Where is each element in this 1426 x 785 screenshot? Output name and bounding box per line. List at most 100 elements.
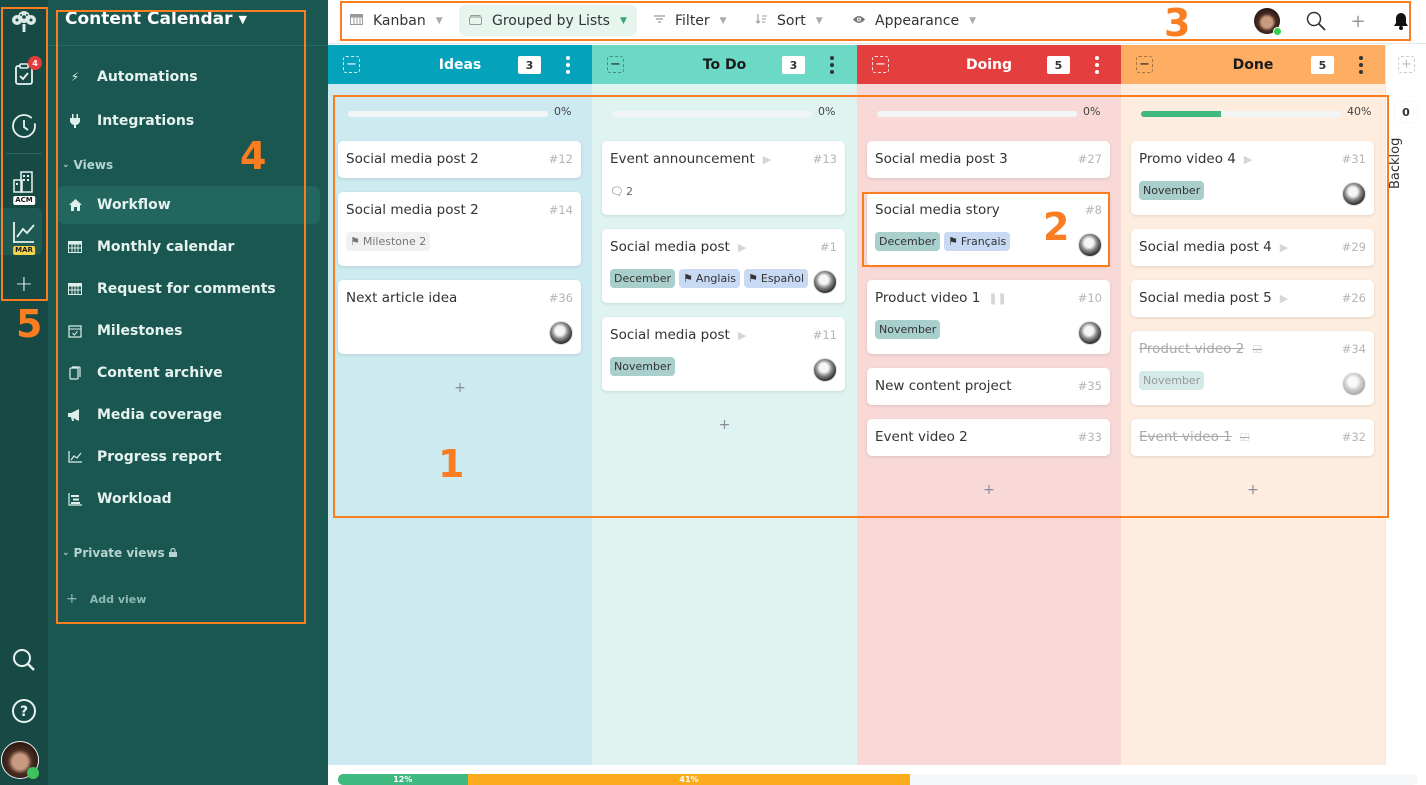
task-card[interactable]: Social media post 2 #14 ⚑ Milestone 2: [338, 192, 581, 266]
play-icon[interactable]: ▶: [763, 153, 771, 166]
task-card[interactable]: Product video 2 ☑ #34 November: [1131, 331, 1374, 405]
task-card[interactable]: Social media post ▶ #1 December ⚑ Anglais ⚑ Esp…: [602, 229, 845, 303]
task-card[interactable]: New content project #35: [867, 368, 1110, 405]
language-tag[interactable]: ⚑ Anglais: [679, 269, 740, 288]
task-card[interactable]: Social media post 2 #12: [338, 141, 581, 178]
play-icon[interactable]: ▶: [1280, 241, 1288, 254]
workspace-mar[interactable]: MAR: [0, 216, 48, 255]
month-tag[interactable]: December: [610, 269, 676, 288]
private-views-toggle[interactable]: ⌄ Private views: [62, 546, 177, 560]
month-tag[interactable]: November: [610, 357, 676, 376]
filter-dropdown[interactable]: Filter ▼: [644, 5, 737, 36]
help-button[interactable]: ?: [0, 696, 48, 726]
sidebar-item-media-coverage[interactable]: Media coverage: [58, 396, 320, 434]
assignee-avatar[interactable]: [813, 358, 837, 382]
sidebar-item-workload[interactable]: Workload: [58, 480, 320, 518]
caret-down-icon: ▼: [619, 15, 627, 26]
assignee-avatar[interactable]: [1342, 182, 1366, 206]
month-tag[interactable]: November: [875, 320, 941, 339]
milestone-tag[interactable]: ⚑ Milestone 2: [346, 232, 431, 251]
play-icon[interactable]: ▶: [738, 241, 746, 254]
language-tag[interactable]: ⚑ Français: [944, 232, 1011, 251]
column-progress-fill: [1141, 111, 1221, 117]
assignee-avatar[interactable]: [549, 321, 573, 345]
project-title-dropdown[interactable]: Content Calendar ▼: [65, 9, 247, 29]
search-button[interactable]: [0, 645, 48, 675]
column-progress-bar: [1141, 111, 1341, 117]
workspace-acm[interactable]: ACM: [0, 166, 48, 205]
assignee-avatar[interactable]: [813, 270, 837, 294]
sidebar-item-automations[interactable]: ⚡ Automations: [58, 58, 320, 96]
month-tag[interactable]: November: [1139, 371, 1205, 390]
caret-down-icon: ▼: [969, 15, 976, 26]
sidebar-item-milestones[interactable]: Milestones: [58, 312, 320, 350]
task-card[interactable]: Social media post ▶ #11 November: [602, 317, 845, 391]
add-card-button[interactable]: +: [592, 417, 857, 433]
sort-dropdown[interactable]: Sort ▼: [746, 5, 833, 36]
assignee-avatar[interactable]: [1078, 321, 1102, 345]
task-card[interactable]: Social media story #8 December ⚑ Français: [867, 192, 1110, 266]
create-button[interactable]: +: [1348, 6, 1368, 36]
views-section-toggle[interactable]: ⌄ Views: [62, 158, 113, 172]
task-card[interactable]: Social media post 3 #27: [867, 141, 1110, 178]
overall-progress-track: 12% 41%: [338, 774, 1418, 785]
task-card[interactable]: Product video 1 ❚❚ #10 November: [867, 280, 1110, 354]
current-user-avatar[interactable]: [1253, 6, 1282, 36]
column-menu-button[interactable]: [564, 55, 572, 75]
collapse-column-button[interactable]: −: [607, 56, 624, 73]
app-logo-icon[interactable]: [0, 6, 48, 38]
comments-count[interactable]: 🗨 2: [610, 185, 633, 198]
plus-icon: +: [1350, 10, 1366, 32]
user-avatar[interactable]: [1, 741, 39, 779]
assignee-avatar[interactable]: [1078, 233, 1102, 257]
play-icon[interactable]: ▶: [1280, 292, 1288, 305]
play-icon[interactable]: ▶: [738, 329, 746, 342]
add-list-button[interactable]: +: [1398, 56, 1415, 73]
appearance-dropdown[interactable]: Appearance ▼: [843, 5, 986, 36]
backlog-list-collapsed[interactable]: Backlog: [1388, 135, 1424, 191]
add-view-button[interactable]: + Add view: [66, 591, 146, 607]
column-menu-button[interactable]: [1093, 55, 1101, 75]
play-icon[interactable]: ▶: [1244, 153, 1252, 166]
sidebar-item-integrations[interactable]: Integrations: [58, 102, 320, 140]
assignee-avatar[interactable]: [1342, 372, 1366, 396]
column-menu-button[interactable]: [828, 55, 836, 75]
add-card-button[interactable]: +: [328, 380, 592, 396]
task-title: Event announcement: [610, 151, 755, 167]
add-card-button[interactable]: +: [1121, 482, 1385, 498]
view-type-dropdown[interactable]: Kanban ▼: [340, 5, 453, 36]
task-card[interactable]: Social media post 4 ▶ #29: [1131, 229, 1374, 266]
overall-progress-segment: 12%: [338, 774, 468, 785]
sidebar-item-progress-report[interactable]: Progress report: [58, 438, 320, 476]
caret-down-icon: ▼: [435, 15, 443, 26]
task-card[interactable]: Next article idea #36: [338, 280, 581, 354]
task-card[interactable]: Event video 2 #33: [867, 419, 1110, 456]
collapse-column-button[interactable]: −: [872, 56, 889, 73]
task-card[interactable]: Promo video 4 ▶ #31 November: [1131, 141, 1374, 215]
history-button[interactable]: [0, 110, 48, 142]
notifications-button[interactable]: [1390, 6, 1412, 36]
task-card[interactable]: Social media post 5 ▶ #26: [1131, 280, 1374, 317]
sidebar-item-label: Monthly calendar: [97, 239, 235, 255]
month-tag[interactable]: November: [1139, 181, 1205, 200]
add-workspace-button[interactable]: +: [0, 272, 48, 297]
sidebar-item-content-archive[interactable]: Content archive: [58, 354, 320, 392]
task-card[interactable]: Event video 1 ☑ #32: [1131, 419, 1374, 456]
column-menu-button[interactable]: [1357, 55, 1365, 75]
collapse-column-button[interactable]: −: [1136, 56, 1153, 73]
pause-icon[interactable]: ❚❚: [988, 292, 1006, 305]
sidebar-item-request-for-comments[interactable]: Request for comments: [58, 270, 320, 308]
sidebar-item-workflow[interactable]: Workflow: [58, 186, 320, 224]
tasks-button[interactable]: 4: [0, 56, 48, 92]
add-card-button[interactable]: +: [857, 482, 1121, 498]
language-tag[interactable]: ⚑ Español: [744, 269, 809, 288]
column-progress-percent: 0%: [554, 105, 572, 118]
sidebar-item-monthly-calendar[interactable]: Monthly calendar: [58, 228, 320, 266]
month-tag[interactable]: December: [875, 232, 941, 251]
task-number: #31: [1341, 152, 1366, 166]
search-button[interactable]: [1304, 6, 1328, 36]
online-status-dot: [27, 767, 39, 779]
task-card[interactable]: Event announcement ▶ #13 🗨 2: [602, 141, 845, 215]
grouping-dropdown[interactable]: Grouped by Lists ▼: [459, 5, 637, 36]
collapse-column-button[interactable]: −: [343, 56, 360, 73]
